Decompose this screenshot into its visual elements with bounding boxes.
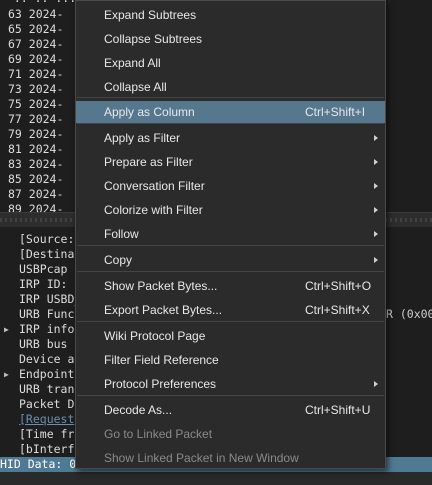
menu-item-protocol-preferences[interactable]: Protocol Preferences bbox=[76, 373, 385, 395]
submenu-arrow-icon bbox=[374, 257, 378, 263]
menu-item-expand-all[interactable]: Expand All bbox=[76, 52, 385, 74]
menu-item-expand-subtrees[interactable]: Expand Subtrees bbox=[76, 4, 385, 26]
details-row-text: Device a bbox=[19, 352, 75, 366]
details-row-text: Packet D bbox=[19, 397, 75, 411]
menu-item-label: Collapse All bbox=[104, 80, 167, 94]
packet-row[interactable]: 89 2024- bbox=[8, 202, 63, 212]
details-row-value: R (0x00 bbox=[386, 307, 432, 321]
menu-item-copy[interactable]: Copy bbox=[76, 249, 385, 271]
packet-row[interactable]: 65 2024- bbox=[8, 22, 63, 37]
expand-arrow-icon[interactable]: ▶ bbox=[4, 322, 9, 337]
menu-item-label: Colorize with Filter bbox=[104, 203, 203, 217]
menu-item-follow[interactable]: Follow bbox=[76, 223, 385, 245]
packet-row[interactable]: 87 2024- bbox=[8, 187, 63, 202]
submenu-arrow-icon bbox=[374, 135, 378, 141]
menu-item-prepare-as-filter[interactable]: Prepare as Filter bbox=[76, 151, 385, 173]
menu-item-show-linked-packet-in-new-window[interactable]: Show Linked Packet in New Window bbox=[76, 447, 385, 469]
menu-item-label: Export Packet Bytes... bbox=[104, 303, 223, 317]
menu-item-filter-field-reference[interactable]: Filter Field Reference bbox=[76, 349, 385, 371]
menu-item-show-packet-bytes[interactable]: Show Packet Bytes... Ctrl+Shift+O bbox=[76, 275, 385, 297]
expand-arrow-icon[interactable]: ▶ bbox=[4, 367, 9, 382]
menu-item-apply-as-column[interactable]: Apply as Column Ctrl+Shift+I bbox=[76, 101, 385, 123]
menu-item-conversation-filter[interactable]: Conversation Filter bbox=[76, 175, 385, 197]
menu-item-label: Expand All bbox=[104, 56, 161, 70]
details-row-text: URB bus bbox=[19, 337, 68, 351]
menu-item-label: Conversation Filter bbox=[104, 179, 205, 193]
details-row-text: [Destina bbox=[19, 247, 75, 261]
details-row-text: [Time fr bbox=[19, 427, 75, 441]
menu-item-label: Go to Linked Packet bbox=[104, 427, 213, 441]
menu-item-wiki-protocol-page[interactable]: Wiki Protocol Page bbox=[76, 325, 385, 347]
packet-row[interactable]: 73 2024- bbox=[8, 82, 63, 97]
submenu-arrow-icon bbox=[374, 207, 378, 213]
details-row-text: USBPcap bbox=[19, 262, 68, 276]
details-row-text: IRP ID: 0 bbox=[19, 277, 82, 291]
menu-separator bbox=[77, 271, 384, 272]
details-row-text: IRP USBD_ bbox=[19, 292, 82, 306]
menu-separator bbox=[77, 321, 384, 322]
submenu-arrow-icon bbox=[374, 159, 378, 165]
menu-separator bbox=[77, 395, 384, 396]
menu-item-label: Apply as Filter bbox=[104, 131, 181, 145]
menu-item-shortcut: Ctrl+Shift+O bbox=[305, 279, 372, 293]
menu-item-label: Filter Field Reference bbox=[104, 353, 219, 367]
packet-row[interactable]: 63 2024- bbox=[8, 7, 63, 22]
details-row-text: URB tran bbox=[19, 382, 75, 396]
menu-item-label: Decode As... bbox=[104, 403, 173, 417]
packet-row[interactable]: 77 2024- bbox=[8, 112, 63, 127]
menu-item-go-to-linked-packet[interactable]: Go to Linked Packet bbox=[76, 423, 385, 445]
submenu-arrow-icon bbox=[374, 183, 378, 189]
menu-item-collapse-all[interactable]: Collapse All bbox=[76, 76, 385, 98]
packet-row[interactable]: 83 2024- bbox=[8, 157, 63, 172]
details-row-text: Endpoint bbox=[19, 367, 75, 381]
details-row-text: [bInterf bbox=[19, 442, 75, 456]
menu-item-shortcut: Ctrl+Shift+U bbox=[305, 403, 371, 417]
details-row-text: HID Data: 0 bbox=[0, 457, 77, 471]
menu-item-shortcut: Ctrl+Shift+X bbox=[305, 303, 370, 317]
menu-separator bbox=[77, 123, 384, 124]
menu-item-apply-as-filter[interactable]: Apply as Filter bbox=[76, 127, 385, 149]
packet-row[interactable]: 79 2024- bbox=[8, 127, 63, 142]
menu-item-colorize-with-filter[interactable]: Colorize with Filter bbox=[76, 199, 385, 221]
packet-row[interactable]: 81 2024- bbox=[8, 142, 63, 157]
menu-item-label: Collapse Subtrees bbox=[104, 32, 203, 46]
details-row-text: IRP info bbox=[19, 322, 75, 336]
menu-item-label: Wiki Protocol Page bbox=[104, 329, 206, 343]
menu-item-label: Copy bbox=[104, 253, 133, 267]
context-menu: Expand Subtrees Collapse Subtrees Expand A… bbox=[75, 0, 386, 469]
packet-row[interactable]: 67 2024- bbox=[8, 37, 63, 52]
menu-item-export-packet-bytes[interactable]: Export Packet Bytes... Ctrl+Shift+X bbox=[76, 299, 385, 321]
menu-item-label: Apply as Column bbox=[104, 105, 195, 119]
submenu-arrow-icon bbox=[374, 381, 378, 387]
menu-item-label: Show Packet Bytes... bbox=[104, 279, 218, 293]
status-strip bbox=[0, 472, 432, 485]
details-row-text: [Source: bbox=[19, 232, 75, 246]
details-row-text: URB Func bbox=[19, 307, 75, 321]
menu-item-label: Follow bbox=[104, 227, 139, 241]
menu-separator bbox=[77, 245, 384, 246]
submenu-arrow-icon bbox=[374, 231, 378, 237]
packet-row[interactable]: 85 2024- bbox=[8, 172, 63, 187]
packet-row[interactable]: 71 2024- bbox=[8, 67, 63, 82]
menu-item-decode-as[interactable]: Decode As... Ctrl+Shift+U bbox=[76, 399, 385, 421]
packet-row[interactable]: 75 2024- bbox=[8, 97, 63, 112]
packet-row[interactable]: 69 2024- bbox=[8, 52, 63, 67]
details-row-link[interactable]: [Request bbox=[19, 412, 74, 427]
menu-item-collapse-subtrees[interactable]: Collapse Subtrees bbox=[76, 28, 385, 50]
menu-item-label: Show Linked Packet in New Window bbox=[104, 451, 299, 465]
menu-item-shortcut: Ctrl+Shift+I bbox=[305, 105, 366, 119]
menu-item-label: Prepare as Filter bbox=[104, 155, 193, 169]
menu-item-label: Protocol Preferences bbox=[104, 377, 217, 391]
menu-item-label: Expand Subtrees bbox=[104, 8, 197, 22]
